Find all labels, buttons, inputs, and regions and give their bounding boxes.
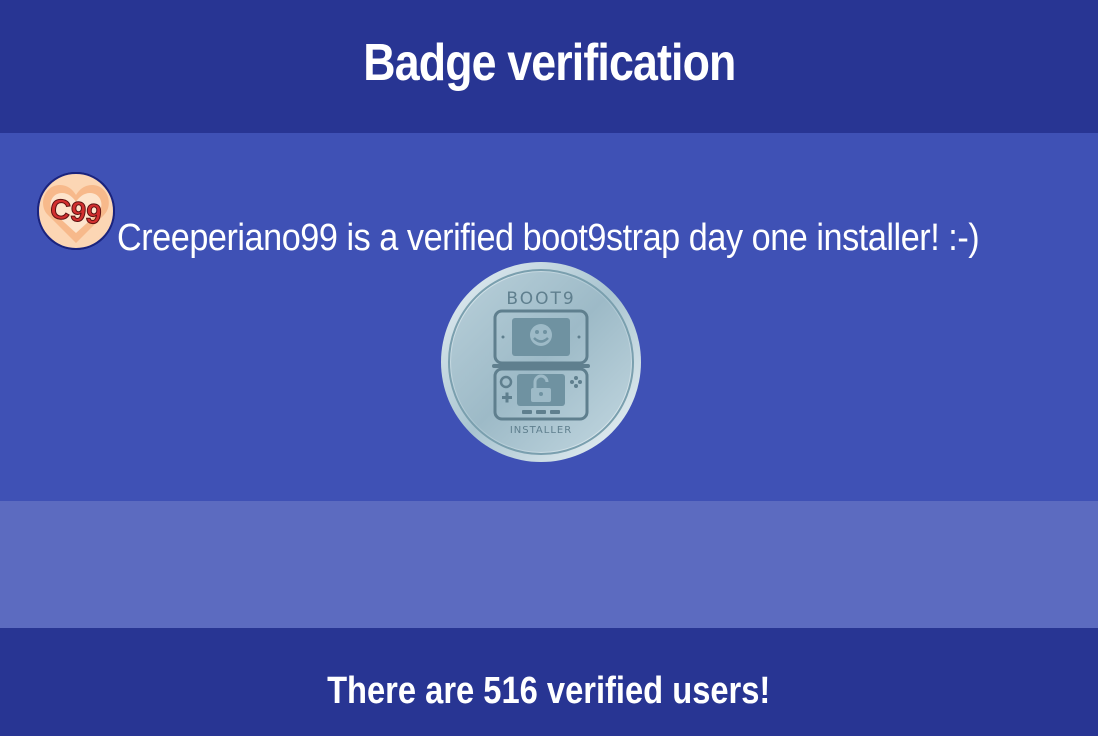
verified-users-count: There are 516 verified users! [327, 669, 771, 712]
badge: BOOT9 INSTALLER [440, 261, 642, 463]
page-title: Badge verification [362, 33, 736, 92]
page: Badge verification C99 Creeperiano99 is … [0, 0, 1098, 736]
badge-top-text: BOOT9 [506, 289, 575, 309]
verification-message: Creeperiano99 is a verified boot9strap d… [117, 217, 980, 259]
header: Badge verification [0, 0, 1098, 133]
footer: There are 516 verified users! [0, 628, 1098, 736]
boot9-installer-badge-icon: BOOT9 INSTALLER [441, 262, 641, 462]
spacer-band [0, 501, 1098, 628]
c99-heart-avatar-icon: C99 [37, 172, 115, 250]
verification-panel: C99 Creeperiano99 is a verified boot9str… [0, 133, 1098, 501]
avatar: C99 [36, 171, 116, 251]
badge-bottom-text: INSTALLER [510, 425, 572, 436]
